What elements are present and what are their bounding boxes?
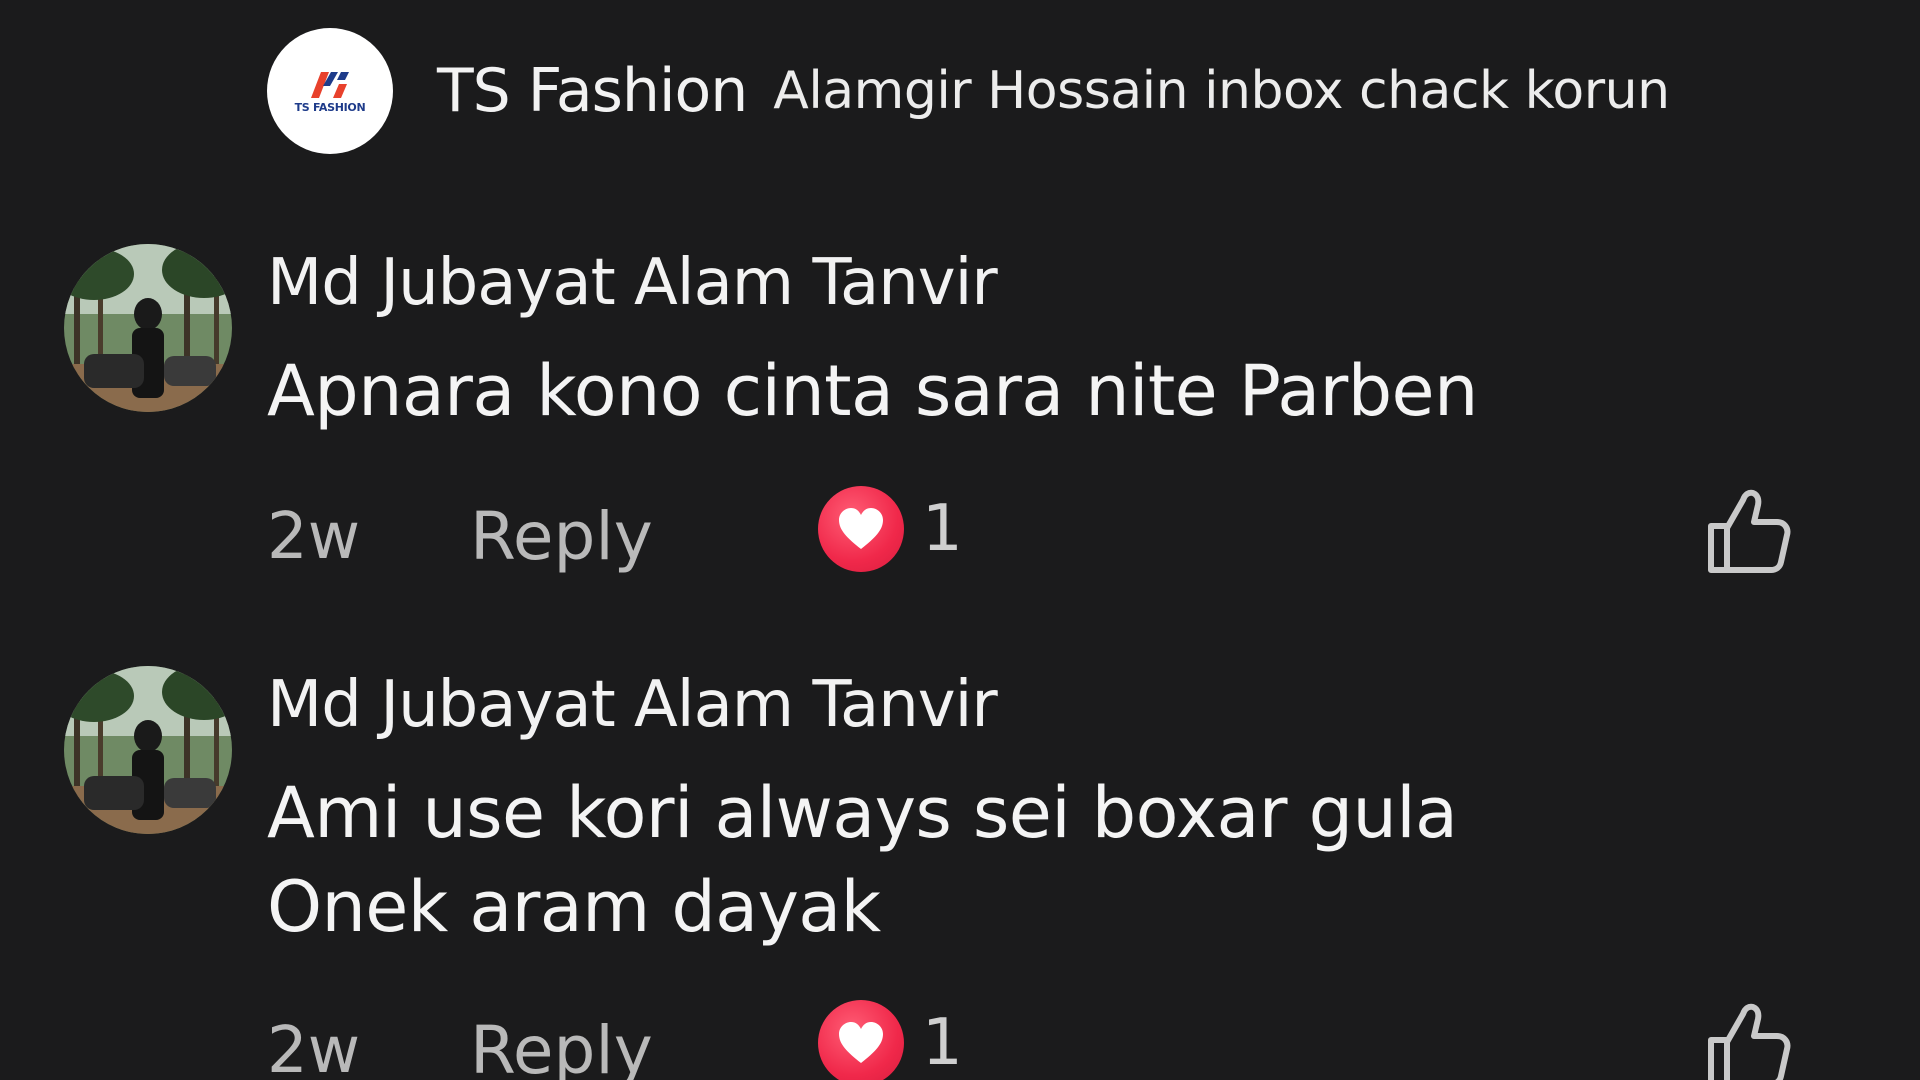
comment-text: Apnara kono cinta sara nite Parben (267, 350, 1478, 432)
comment-text-line-1: Ami use kori always sei boxar gula (267, 772, 1458, 854)
thumbs-up-icon (1708, 489, 1791, 573)
profile-photo-icon (64, 244, 232, 412)
comments-panel: TS FASHION TS Fashion Alamgir Hossain in… (0, 0, 1920, 1080)
reply-button[interactable]: Reply (470, 1012, 653, 1080)
reply-comment: TS FASHION TS Fashion Alamgir Hossain in… (267, 28, 1670, 154)
reaction-count: 1 (922, 492, 963, 566)
user-avatar[interactable] (64, 244, 232, 412)
logo-text: TS FASHION (294, 101, 366, 114)
page-avatar[interactable]: TS FASHION (267, 28, 393, 154)
like-button[interactable] (1703, 1000, 1793, 1080)
profile-photo-icon (64, 666, 232, 834)
thumbs-up-icon (1708, 1003, 1791, 1080)
comment-time[interactable]: 2w (267, 500, 360, 574)
heart-icon (818, 486, 904, 572)
reaction-count: 1 (922, 1006, 963, 1080)
heart-icon (818, 1000, 904, 1080)
comment-text-line-2: Onek aram dayak (267, 866, 881, 948)
comment-author[interactable]: Md Jubayat Alam Tanvir (267, 668, 998, 742)
like-button[interactable] (1703, 486, 1793, 576)
user-avatar[interactable] (64, 666, 232, 834)
ts-fashion-logo-icon (311, 72, 349, 98)
reaction-summary[interactable]: 1 (818, 1000, 963, 1080)
reply-author[interactable]: TS Fashion (437, 56, 748, 126)
reply-button[interactable]: Reply (470, 498, 653, 575)
comment-author[interactable]: Md Jubayat Alam Tanvir (267, 246, 998, 320)
reaction-summary[interactable]: 1 (818, 486, 963, 572)
comment-time[interactable]: 2w (267, 1014, 360, 1080)
reply-text: Alamgir Hossain inbox chack korun (773, 61, 1670, 121)
